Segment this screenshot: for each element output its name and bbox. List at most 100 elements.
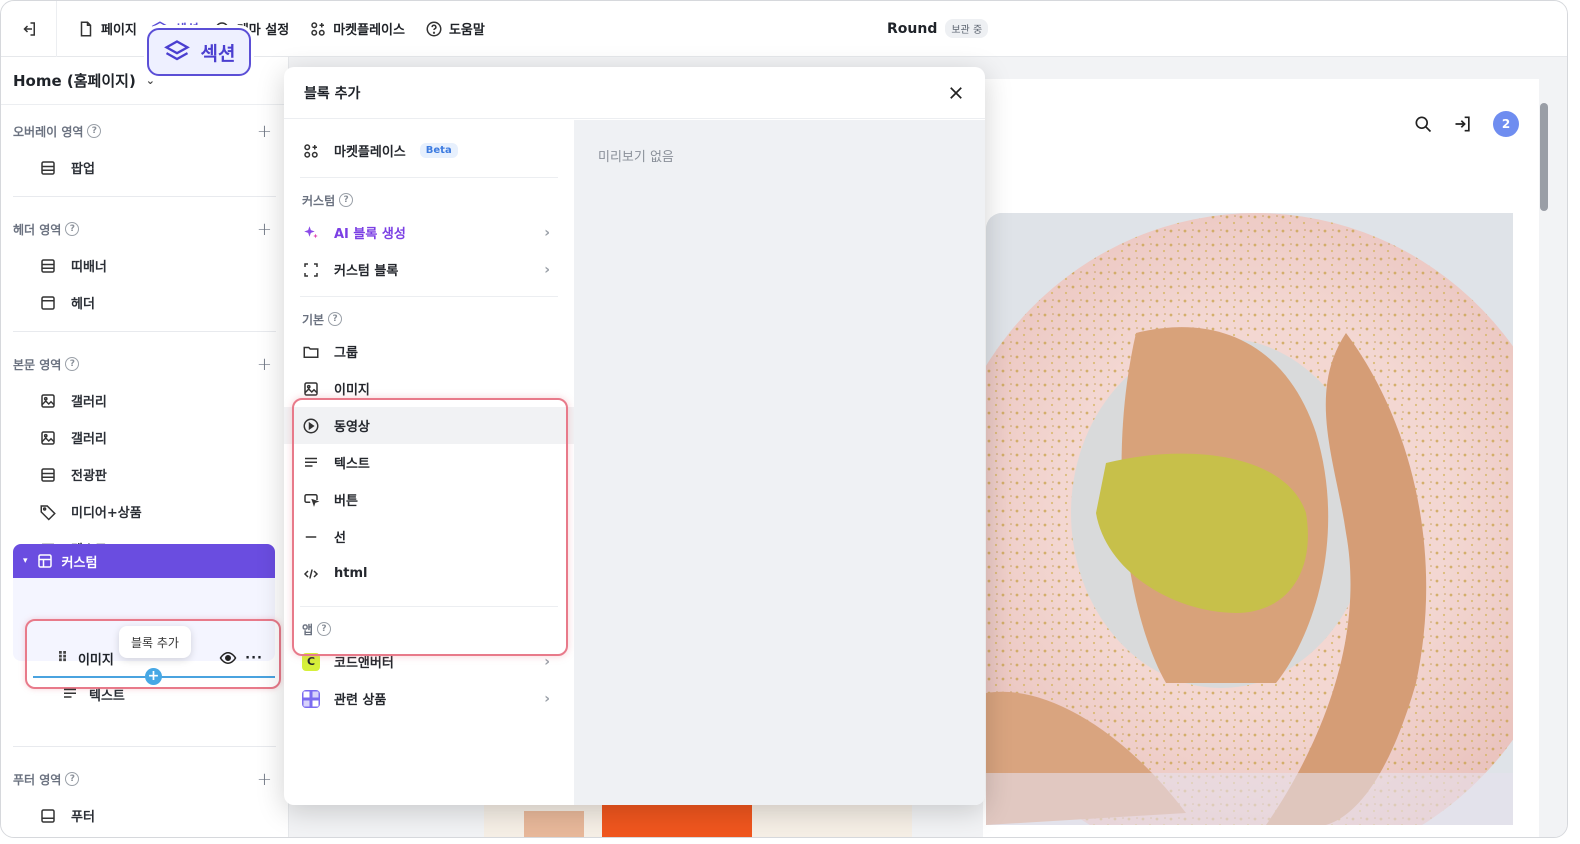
image-icon xyxy=(304,381,318,396)
help-icon[interactable]: ? xyxy=(328,312,343,326)
block-item-button[interactable]: 버튼 xyxy=(284,481,574,518)
eye-icon[interactable] xyxy=(219,649,237,667)
block-preview-pane: 미리보기 없음 xyxy=(574,120,985,805)
layout-icon xyxy=(41,295,55,310)
sidebar-item-label: 헤더 xyxy=(71,297,95,312)
sidebar-item-gallery[interactable]: 갤러리 xyxy=(1,382,288,419)
exit-button[interactable] xyxy=(1,1,57,57)
site-title-group: Round 보관 중 xyxy=(887,19,989,38)
block-item-label: html xyxy=(334,566,368,581)
help-icon xyxy=(426,21,442,36)
sidebar-item-media-product[interactable]: 미디어+상품 xyxy=(1,493,288,530)
sidebar-item-label: 미디어+상품 xyxy=(71,506,142,521)
block-item-label: 이미지 xyxy=(334,383,370,398)
sparkle-icon xyxy=(304,225,318,238)
block-item-html[interactable]: html xyxy=(284,555,574,592)
more-icon[interactable]: ··· xyxy=(245,651,263,666)
menu-pages[interactable]: 페이지 xyxy=(77,19,137,38)
button-icon xyxy=(304,493,320,507)
block-item-video[interactable]: 동영상 xyxy=(284,407,574,444)
block-item-label: 관련 상품 xyxy=(334,693,387,708)
layers-icon xyxy=(163,40,190,61)
selected-section-header[interactable]: ▾ 커스텀 xyxy=(13,544,275,578)
help-icon[interactable]: ? xyxy=(65,222,80,236)
sidebar-item-popup[interactable]: 팝업 xyxy=(1,149,288,186)
menu-pages-label: 페이지 xyxy=(101,23,137,38)
help-icon[interactable]: ? xyxy=(65,357,80,371)
help-icon[interactable]: ? xyxy=(65,772,80,786)
app-window: 페이지 섹션 테마 설정 마켓플레이스 도움말 Round 보관 중 2 xyxy=(0,0,1568,838)
category-basic: 기본 ? xyxy=(284,305,574,333)
sidebar-item-label: 팝업 xyxy=(71,162,95,177)
no-preview-text: 미리보기 없음 xyxy=(598,150,674,165)
add-block-tooltip: 블록 추가 xyxy=(119,626,191,658)
block-item-group[interactable]: 그룹 xyxy=(284,333,574,370)
add-section-button[interactable]: + xyxy=(257,769,272,790)
sidebar-item-billboard[interactable]: 전광판 xyxy=(1,456,288,493)
search-icon[interactable] xyxy=(1413,114,1433,134)
preview-scrollbar[interactable] xyxy=(1537,87,1549,825)
group-header-title: 헤더 영역 xyxy=(13,222,62,237)
block-item-label: 버튼 xyxy=(334,494,358,509)
drag-handle-icon[interactable]: ⠿ xyxy=(57,650,68,666)
menu-marketplace[interactable]: 마켓플레이스 xyxy=(309,19,405,38)
help-icon[interactable]: ? xyxy=(317,622,332,636)
scrollbar-thumb[interactable] xyxy=(1540,103,1548,211)
group-body: 본문 영역? + xyxy=(1,346,288,382)
block-item-label: 그룹 xyxy=(334,346,358,361)
block-item-ai-generate[interactable]: AI 블록 생성 › xyxy=(284,214,574,251)
login-icon[interactable] xyxy=(1453,114,1473,134)
divider xyxy=(13,331,276,332)
block-item-custom-block[interactable]: 커스텀 블록 › xyxy=(284,251,574,288)
preview-header-icons: 2 xyxy=(1413,111,1519,137)
add-block-modal: 블록 추가 마켓플레이스 Beta 커스텀 ? AI 블록 생성 › 커스텀 블… xyxy=(284,67,985,805)
chevron-right-icon: › xyxy=(544,653,550,670)
cart-count-badge[interactable]: 2 xyxy=(1493,111,1519,137)
sections-callout[interactable]: 섹션 xyxy=(147,28,251,76)
block-item-label: 선 xyxy=(334,531,346,546)
layout-icon xyxy=(37,554,52,568)
chevron-down-icon: ⌄ xyxy=(145,74,156,87)
close-icon[interactable] xyxy=(947,84,965,102)
block-item-line[interactable]: 선 xyxy=(284,518,574,555)
text-icon xyxy=(64,688,76,698)
group-overlay-title: 오버레이 영역 xyxy=(13,124,84,139)
sidebar-item-label: 띠배너 xyxy=(71,260,107,275)
block-item-label: 동영상 xyxy=(334,420,370,435)
site-title: Round xyxy=(887,20,938,37)
block-item-related-products[interactable]: 관련 상품 › xyxy=(284,680,574,717)
divider xyxy=(300,296,558,297)
menu-help[interactable]: 도움말 xyxy=(425,19,485,38)
block-item-label: 마켓플레이스 xyxy=(334,145,406,160)
layout-icon xyxy=(41,467,55,482)
sidebar-item-banner[interactable]: 띠배너 xyxy=(1,247,288,284)
group-header: 헤더 영역? + xyxy=(1,211,288,247)
group-body-title: 본문 영역 xyxy=(13,357,62,372)
chevron-right-icon: › xyxy=(544,224,550,241)
sections-sidebar: Home (홈페이지) ⌄ 오버레이 영역? + 팝업 헤더 영역? + 띠배너… xyxy=(1,57,289,837)
sidebar-item-header[interactable]: 헤더 xyxy=(1,284,288,321)
add-block-button[interactable]: + xyxy=(145,668,162,685)
block-item-image[interactable]: 이미지 xyxy=(284,370,574,407)
help-icon[interactable]: ? xyxy=(339,193,354,207)
group-overlay: 오버레이 영역? + xyxy=(1,113,288,149)
divider xyxy=(13,746,276,747)
block-item-label: AI 블록 생성 xyxy=(334,227,406,242)
block-row-text[interactable]: 텍스트 xyxy=(61,685,125,704)
selected-section-label: 커스텀 xyxy=(61,555,98,571)
layout-icon xyxy=(41,808,55,823)
help-icon[interactable]: ? xyxy=(87,124,102,138)
block-item-codebutter[interactable]: C 코드앤버터 › xyxy=(284,643,574,680)
sidebar-item-gallery[interactable]: 갤러리 xyxy=(1,419,288,456)
chevron-right-icon: › xyxy=(544,261,550,278)
add-section-button[interactable]: + xyxy=(257,354,272,375)
group-footer: 푸터 영역? + xyxy=(1,761,288,797)
add-section-button[interactable]: + xyxy=(257,219,272,240)
sidebar-item-footer[interactable]: 푸터 xyxy=(1,797,288,834)
play-icon xyxy=(303,418,319,433)
modal-title: 블록 추가 xyxy=(304,85,361,102)
block-item-text[interactable]: 텍스트 xyxy=(284,444,574,481)
block-item-marketplace[interactable]: 마켓플레이스 Beta xyxy=(284,132,574,169)
add-section-button[interactable]: + xyxy=(257,121,272,142)
caret-down-icon[interactable]: ▾ xyxy=(23,556,28,566)
